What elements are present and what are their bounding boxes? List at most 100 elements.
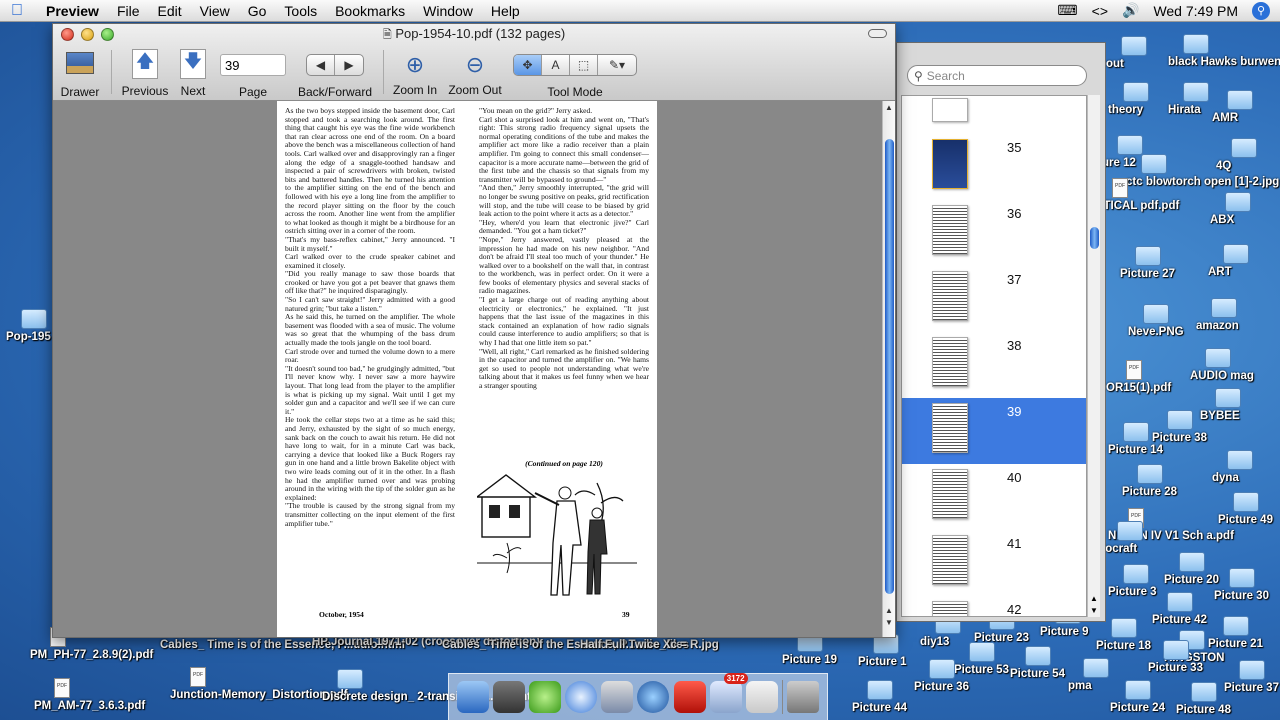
menu-go[interactable]: Go: [239, 0, 276, 22]
folder-icon[interactable]: [929, 659, 955, 679]
folder-icon[interactable]: [1225, 192, 1251, 212]
menu-app-name[interactable]: Preview: [34, 0, 108, 22]
desktop-icon-label[interactable]: Picture 49: [1218, 514, 1273, 526]
folder-icon[interactable]: [867, 680, 893, 700]
menu-window[interactable]: Window: [414, 0, 482, 22]
folder-icon[interactable]: [1167, 410, 1193, 430]
folder-icon[interactable]: [1137, 464, 1163, 484]
desktop-icon-label[interactable]: Picture 21: [1208, 638, 1263, 650]
folder-icon[interactable]: [1211, 298, 1237, 318]
folder-icon[interactable]: [1121, 36, 1147, 56]
acrobat-dock-icon[interactable]: [673, 681, 706, 713]
finder-dock-icon[interactable]: [457, 681, 490, 713]
pdf-file-icon[interactable]: PDF: [54, 678, 70, 698]
desktop-icon-label[interactable]: Picture 33: [1148, 662, 1203, 674]
desktop-icon-label[interactable]: Picture 44: [852, 702, 907, 714]
folder-icon[interactable]: [1167, 592, 1193, 612]
trash-dock-icon[interactable]: [786, 681, 819, 713]
vertical-scrollbar[interactable]: ▲ ▲ ▼: [882, 101, 895, 637]
desktop-icon-label[interactable]: Picture 42: [1152, 614, 1207, 626]
folder-icon[interactable]: [1227, 450, 1253, 470]
menu-edit[interactable]: Edit: [149, 0, 191, 22]
folder-icon[interactable]: [1229, 568, 1255, 588]
menu-bookmarks[interactable]: Bookmarks: [326, 0, 414, 22]
folder-icon[interactable]: [1183, 82, 1209, 102]
desktop-icon-label[interactable]: iocraft: [1102, 543, 1137, 555]
drawer-scrollbar[interactable]: ▲ ▼: [1087, 95, 1100, 617]
desktop-icon-label[interactable]: Pop-195: [6, 331, 51, 343]
itunes-dock-icon[interactable]: [529, 681, 562, 713]
pdf-file-icon[interactable]: PDF: [190, 667, 206, 687]
move-tool-icon[interactable]: ✥: [514, 55, 542, 75]
scroll-down-icon[interactable]: ▼: [1090, 606, 1098, 615]
folder-icon[interactable]: [1231, 138, 1257, 158]
drawer-search-field[interactable]: ⚲ Search: [907, 65, 1087, 86]
desktop-icon-label[interactable]: out: [1106, 58, 1124, 70]
forward-icon[interactable]: ▶: [335, 55, 363, 75]
safari-dock-icon[interactable]: [565, 681, 598, 713]
desktop-icon-label[interactable]: Picture 54: [1010, 668, 1065, 680]
folder-icon[interactable]: [1223, 616, 1249, 636]
desktop-icon-label[interactable]: Picture 24: [1110, 702, 1165, 714]
drawer-button[interactable]: Drawer: [59, 52, 101, 99]
folder-icon[interactable]: [1223, 244, 1249, 264]
folder-icon[interactable]: [1233, 492, 1259, 512]
thumbnail-row-39[interactable]: 39: [902, 398, 1086, 464]
thumbnail-row-37[interactable]: 37: [902, 266, 1086, 332]
select-tool-icon[interactable]: ⬚: [570, 55, 598, 75]
menu-view[interactable]: View: [191, 0, 239, 22]
annotate-tool-icon[interactable]: ✎▾: [598, 55, 636, 75]
desktop-icon-label[interactable]: Picture 1: [858, 656, 907, 668]
folder-icon[interactable]: [1125, 680, 1151, 700]
folder-icon[interactable]: [1205, 348, 1231, 368]
folder-icon[interactable]: [1183, 34, 1209, 54]
folder-icon[interactable]: [1215, 388, 1241, 408]
storage-dock-icon[interactable]: [493, 681, 526, 713]
desktop-icon-label[interactable]: PM_AM-77_3.6.3.pdf: [34, 700, 145, 712]
desktop-icon-label[interactable]: OR15(1).pdf: [1106, 382, 1171, 394]
scroll-down-icon[interactable]: ▼: [885, 618, 893, 627]
previous-button[interactable]: 🡅 Previous: [121, 49, 169, 98]
folder-icon[interactable]: [1143, 304, 1169, 324]
desktop-icon-label[interactable]: Neve.PNG: [1128, 326, 1184, 338]
scroll-thumb[interactable]: [885, 139, 894, 594]
folder-icon[interactable]: [1123, 82, 1149, 102]
desktop-icon-label[interactable]: theory: [1108, 104, 1143, 116]
folder-icon[interactable]: [1239, 660, 1265, 680]
desktop-icon-label[interactable]: ART: [1208, 266, 1232, 278]
desktop-icon-label[interactable]: Picture 30: [1214, 590, 1269, 602]
folder-icon[interactable]: [337, 669, 363, 689]
desktop-icon-label[interactable]: 4Q: [1216, 160, 1231, 172]
pdf-page[interactable]: As the two boys stepped inside the basem…: [277, 101, 657, 637]
desktop-icon-label[interactable]: ctc blowtorch open [1]-2.jpg: [1126, 176, 1279, 188]
folder-icon[interactable]: [969, 642, 995, 662]
browser-dock-icon[interactable]: [637, 681, 670, 713]
folder-icon[interactable]: [1135, 246, 1161, 266]
desktop-icon-label[interactable]: PM_PH-77_2.8.9(2).pdf: [30, 649, 153, 661]
desktop-icon-label[interactable]: Junction-Memory_Distortion.pdf: [170, 689, 348, 701]
desktop-icon-label[interactable]: pma: [1068, 680, 1092, 692]
desktop-icon-label[interactable]: Half Full Twice Xc = R.jpg: [580, 639, 719, 651]
folder-icon[interactable]: [1123, 564, 1149, 584]
desktop-icon-label[interactable]: Hirata: [1168, 104, 1201, 116]
mail-dock-icon[interactable]: 3172: [709, 673, 748, 713]
folder-icon[interactable]: [1191, 682, 1217, 702]
folder-icon[interactable]: [1025, 646, 1051, 666]
folder-icon[interactable]: [1227, 90, 1253, 110]
desktop-icon-label[interactable]: Picture 9: [1040, 626, 1089, 638]
folder-icon[interactable]: [1083, 658, 1109, 678]
next-button[interactable]: 🡇 Next: [175, 49, 211, 98]
preview-dock-icon[interactable]: [601, 681, 634, 713]
spotlight-icon[interactable]: ⚲: [1252, 1, 1270, 20]
scroll-up-icon[interactable]: ▲: [1090, 594, 1098, 603]
desktop-icon-label[interactable]: Picture 20: [1164, 574, 1219, 586]
thumbnail-row-38[interactable]: 38: [902, 332, 1086, 398]
folder-icon[interactable]: [1141, 154, 1167, 174]
thumbnail-row-35[interactable]: 35: [902, 134, 1086, 200]
scroll-up-icon[interactable]: ▲: [885, 103, 893, 112]
thumbnail-row-42[interactable]: 42: [902, 596, 1086, 616]
back-icon[interactable]: ◀: [307, 55, 335, 75]
desktop-icon-label[interactable]: Picture 38: [1152, 432, 1207, 444]
volume-icon[interactable]: 🔊: [1122, 2, 1139, 19]
desktop-icon-label[interactable]: Picture 48: [1176, 704, 1231, 716]
